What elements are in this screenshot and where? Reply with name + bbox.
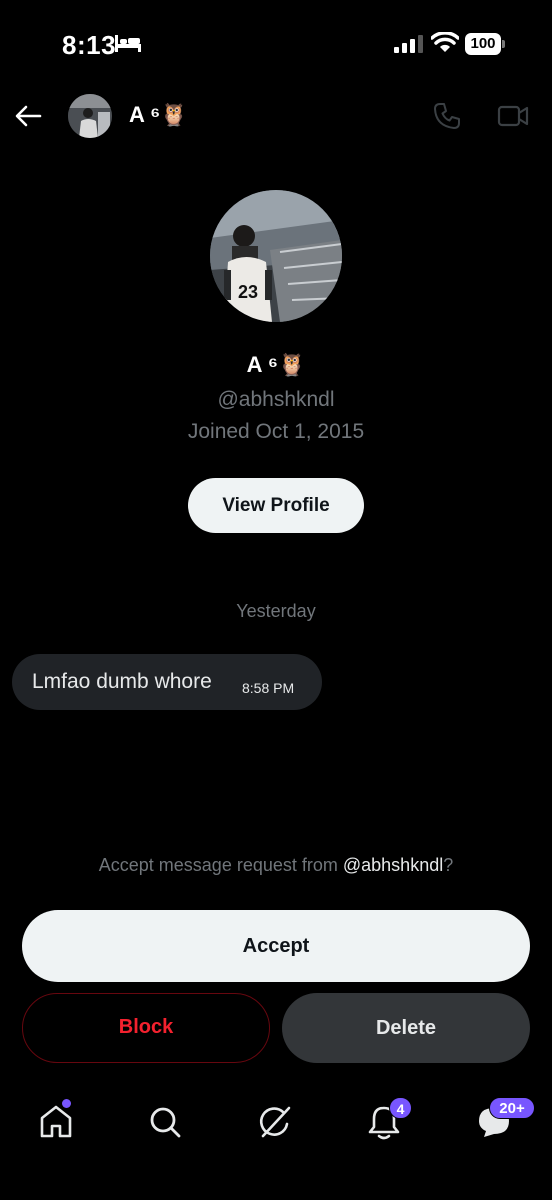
status-bar: 8:13 100 xyxy=(0,0,552,90)
block-button[interactable]: Block xyxy=(22,993,270,1063)
profile-photo-icon: 23 xyxy=(210,190,342,322)
delete-button[interactable]: Delete xyxy=(282,993,530,1063)
cellular-signal-icon xyxy=(394,35,423,53)
notifications-badge: 4 xyxy=(389,1097,412,1119)
header-contact-name[interactable]: A ⁶🦉 xyxy=(129,102,188,128)
phone-call-icon[interactable] xyxy=(432,101,462,131)
home-icon[interactable] xyxy=(36,1102,76,1142)
battery-level: 100 xyxy=(465,33,501,55)
message-timestamp: 8:58 PM xyxy=(242,680,295,696)
home-new-dot xyxy=(62,1099,71,1108)
battery-indicator: 100 xyxy=(465,33,505,55)
request-suffix: ? xyxy=(443,855,454,875)
message-request-prompt: Accept message request from @abhshkndl? xyxy=(0,855,552,876)
messages-badge: 20+ xyxy=(489,1097,535,1119)
message-bubble[interactable]: Lmfao dumb whore 8:58 PM xyxy=(12,654,322,710)
profile-joined-date: Joined Oct 1, 2015 xyxy=(187,420,365,443)
dm-request-screen: 8:13 100 A ⁶🦉 23 A ⁶🦉 @abhshkndl Joined … xyxy=(0,0,552,1200)
profile-avatar[interactable]: 23 xyxy=(210,190,342,322)
jersey-number: 23 xyxy=(238,282,258,302)
battery-tip xyxy=(502,40,505,48)
date-separator: Yesterday xyxy=(236,601,316,621)
header-avatar[interactable] xyxy=(68,94,112,138)
bed-icon xyxy=(115,35,141,52)
avatar-photo-icon xyxy=(68,94,112,138)
request-handle: @abhshkndl xyxy=(342,855,444,875)
wifi-icon xyxy=(431,32,459,52)
conversation-header: A ⁶🦉 xyxy=(0,88,552,144)
profile-handle: @abhshkndl xyxy=(217,388,335,411)
accept-button[interactable]: Accept xyxy=(22,910,530,982)
search-icon[interactable] xyxy=(145,1102,185,1142)
message-text: Lmfao dumb whore xyxy=(32,670,212,693)
bottom-navigation: 4 20+ xyxy=(0,1090,552,1160)
status-time: 8:13 xyxy=(62,30,117,60)
back-arrow-icon[interactable] xyxy=(12,100,44,132)
profile-name: A ⁶🦉 xyxy=(246,352,306,377)
grok-icon[interactable] xyxy=(255,1102,295,1142)
video-call-icon[interactable] xyxy=(497,102,529,130)
request-prefix: Accept message request from xyxy=(98,855,343,875)
view-profile-button[interactable]: View Profile xyxy=(188,478,364,533)
